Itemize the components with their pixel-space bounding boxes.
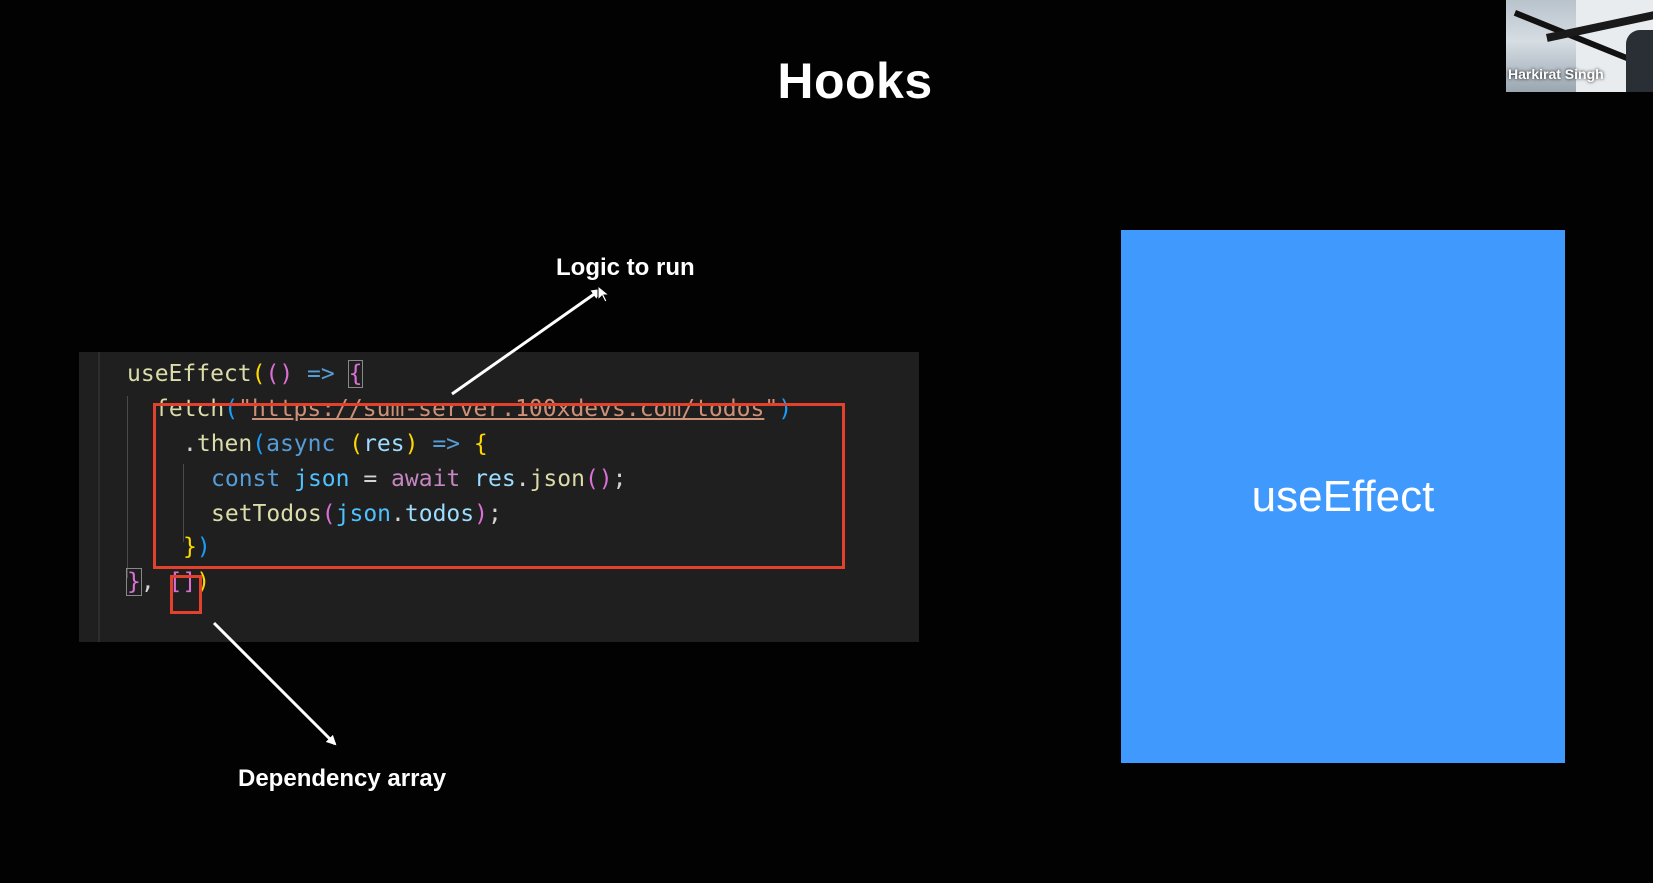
dependency-arrow [212,621,337,746]
dependency-array-label: Dependency array [238,765,447,792]
logic-arrow [451,288,602,396]
card-label: useEffect [1251,471,1435,521]
useeffect-card: useEffect [1121,230,1565,763]
slide: Hooks Harkirat Singh Logic to run useEff… [0,0,1653,883]
mouse-cursor-icon [597,284,611,303]
